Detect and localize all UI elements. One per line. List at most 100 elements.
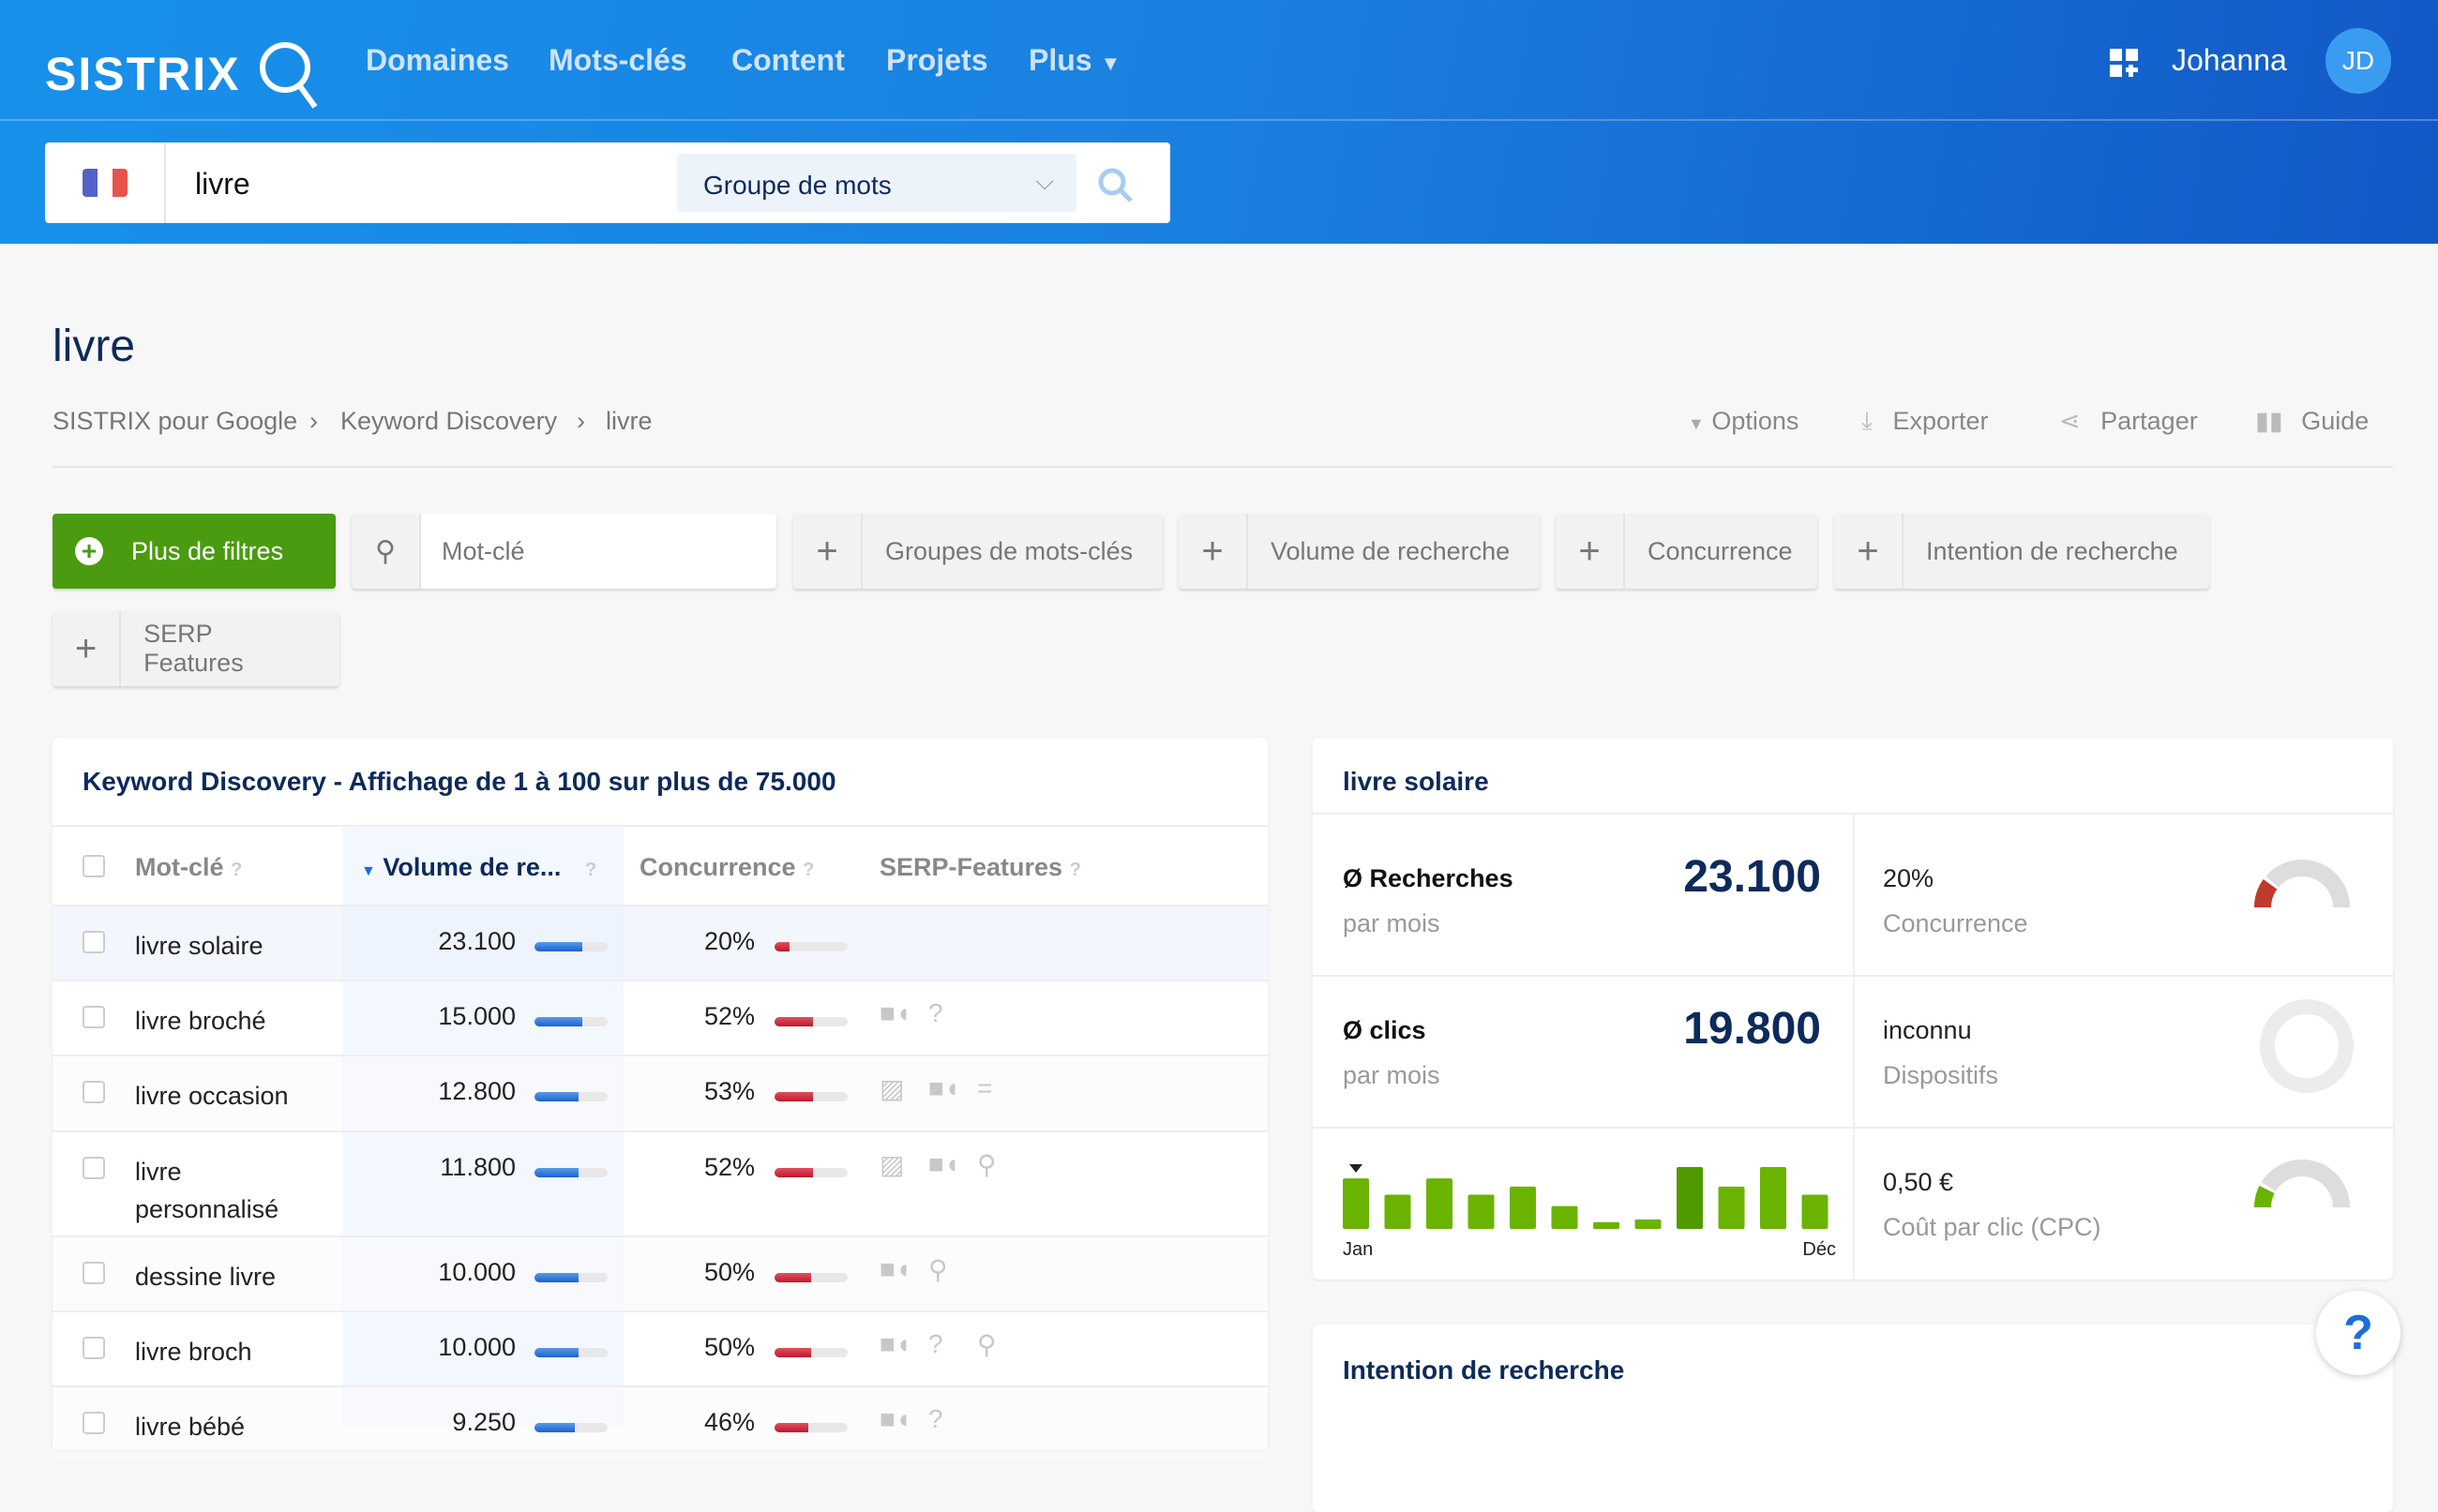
- chevron-down-icon: ⌵: [1035, 167, 1054, 195]
- chart-bar-Mai[interactable]: [1510, 1186, 1536, 1229]
- chart-bar-Nov[interactable]: [1760, 1167, 1786, 1229]
- search-icon[interactable]: ⚲: [928, 1254, 948, 1285]
- help-icon[interactable]: ?: [1070, 860, 1081, 880]
- row-checkbox[interactable]: [83, 1081, 105, 1103]
- guide-button[interactable]: ▮▮ Guide: [2255, 407, 2369, 436]
- chart-bar-Juin[interactable]: [1551, 1205, 1578, 1229]
- caret-down-icon: ▼: [1100, 52, 1121, 75]
- video-icon[interactable]: ■◖: [880, 998, 911, 1028]
- help-icon[interactable]: ?: [231, 860, 242, 880]
- nav-projets[interactable]: Projets: [886, 43, 987, 78]
- row-checkbox[interactable]: [83, 931, 105, 953]
- video-icon[interactable]: ■◖: [928, 1073, 960, 1103]
- search-mode-select[interactable]: Groupe de mots ⌵: [677, 154, 1076, 212]
- breadcrumb-item[interactable]: livre: [606, 407, 653, 436]
- col-serp-features[interactable]: SERP-Features ?: [880, 853, 1081, 882]
- keyword-link[interactable]: livre bébé: [135, 1408, 323, 1445]
- competition-filter[interactable]: + Concurrence: [1556, 514, 1817, 589]
- grid-icon[interactable]: [2110, 49, 2140, 79]
- video-icon[interactable]: ■◖: [928, 1149, 960, 1179]
- chart-bar-Août[interactable]: [1634, 1219, 1662, 1229]
- video-icon[interactable]: ■◖: [880, 1329, 911, 1359]
- chart-bar-Juil[interactable]: [1593, 1221, 1619, 1229]
- divider: [164, 142, 166, 223]
- monthly-searches-chart: Jan Déc: [1343, 1164, 1836, 1260]
- keyword-filter[interactable]: ⚲: [352, 514, 776, 589]
- image-icon[interactable]: ▨: [880, 1073, 904, 1104]
- competition-bar: [775, 1348, 848, 1357]
- plus-icon: +: [1556, 514, 1625, 589]
- help-icon[interactable]: ?: [803, 860, 814, 880]
- keyword-link[interactable]: livre broch: [135, 1333, 323, 1370]
- col-competition[interactable]: Concurrence ?: [640, 853, 814, 882]
- logo[interactable]: SISTRIX: [45, 36, 330, 111]
- row-checkbox[interactable]: [83, 1262, 105, 1284]
- question-icon[interactable]: ?: [928, 1329, 943, 1359]
- col-volume[interactable]: ▼ Volume de re... ?: [361, 853, 596, 882]
- keyword-link[interactable]: dessine livre: [135, 1258, 323, 1295]
- chart-bar-Mar[interactable]: [1426, 1178, 1452, 1229]
- country-flag-icon[interactable]: [83, 169, 128, 197]
- user-name[interactable]: Johanna: [2172, 43, 2287, 78]
- searches-label: Ø Recherches: [1343, 864, 1513, 892]
- keyword-link[interactable]: livre solaire: [135, 927, 323, 965]
- export-button[interactable]: ⤓ Exporter: [1861, 407, 1989, 437]
- volume-bar: [534, 1273, 608, 1282]
- clicks-sub: par mois: [1343, 1061, 1440, 1089]
- volume-value: 15.000: [438, 1002, 516, 1030]
- download-icon: ⤓: [1861, 407, 1873, 435]
- caret-down-icon: ▼: [1688, 414, 1705, 433]
- chart-bar-Sep[interactable]: [1677, 1167, 1703, 1229]
- chart-bar-Déc[interactable]: [1801, 1194, 1828, 1229]
- chart-bar-Oct[interactable]: [1718, 1186, 1745, 1229]
- nav-plus[interactable]: Plus ▼: [1029, 43, 1121, 78]
- search-intent-filter[interactable]: + Intention de recherche: [1834, 514, 2209, 589]
- select-all-checkbox[interactable]: [83, 855, 105, 877]
- chart-bar-Fév[interactable]: [1384, 1194, 1411, 1229]
- nav-mots-cles[interactable]: Mots-clés: [549, 43, 687, 78]
- serp-features-filter[interactable]: + SERP Features: [53, 611, 339, 686]
- top-header: SISTRIX Domaines Mots-clés Content Proje…: [0, 0, 2438, 244]
- competition-bar: [775, 942, 848, 951]
- competition-bar: [775, 1273, 848, 1282]
- search-volume-filter[interactable]: + Volume de recherche: [1179, 514, 1540, 589]
- nav-content[interactable]: Content: [731, 43, 845, 78]
- col-keyword[interactable]: Mot-clé ?: [135, 853, 242, 882]
- breadcrumb-item[interactable]: SISTRIX pour Google: [53, 407, 297, 436]
- keyword-link[interactable]: livre occasion: [135, 1077, 323, 1115]
- intent-title: Intention de recherche: [1343, 1355, 1625, 1385]
- keyword-link[interactable]: livre broché: [135, 1002, 323, 1040]
- chart-bar-Avr[interactable]: [1467, 1194, 1495, 1229]
- search-intent-card: [1313, 1325, 2393, 1512]
- breadcrumb-item[interactable]: Keyword Discovery: [340, 407, 557, 436]
- image-icon[interactable]: ▨: [880, 1149, 904, 1180]
- chart-bar-Jan[interactable]: [1343, 1178, 1369, 1229]
- question-icon[interactable]: ?: [928, 998, 943, 1028]
- video-icon[interactable]: ■◖: [880, 1404, 911, 1434]
- competition-bar: [775, 1168, 848, 1177]
- row-checkbox[interactable]: [83, 1157, 105, 1179]
- volume-value: 9.250: [452, 1408, 516, 1436]
- video-icon[interactable]: ■◖: [880, 1254, 911, 1284]
- question-icon[interactable]: ?: [928, 1404, 943, 1434]
- options-button[interactable]: ▼ Options: [1688, 407, 1798, 436]
- search-input[interactable]: [195, 167, 664, 202]
- keyword-link[interactable]: livre personnalisé: [135, 1153, 323, 1228]
- row-checkbox[interactable]: [83, 1412, 105, 1434]
- nav-domaines[interactable]: Domaines: [366, 43, 509, 78]
- competition-value: 52%: [703, 1153, 755, 1181]
- help-button[interactable]: ?: [2316, 1291, 2400, 1375]
- share-button[interactable]: ⋖ Partager: [2059, 407, 2198, 436]
- more-filters-button[interactable]: + Plus de filtres: [53, 514, 336, 589]
- row-checkbox[interactable]: [83, 1337, 105, 1359]
- avatar[interactable]: JD: [2325, 28, 2391, 94]
- search-icon[interactable]: [1097, 167, 1135, 204]
- row-checkbox[interactable]: [83, 1006, 105, 1028]
- search-icon[interactable]: ⚲: [977, 1149, 997, 1180]
- search-icon[interactable]: ⚲: [977, 1329, 997, 1360]
- help-icon[interactable]: ?: [585, 860, 596, 880]
- list-icon[interactable]: =: [977, 1073, 992, 1103]
- gauge-track: [2261, 1160, 2350, 1208]
- keyword-filter-input[interactable]: [421, 514, 776, 589]
- keyword-groups-filter[interactable]: + Groupes de mots-clés: [793, 514, 1163, 589]
